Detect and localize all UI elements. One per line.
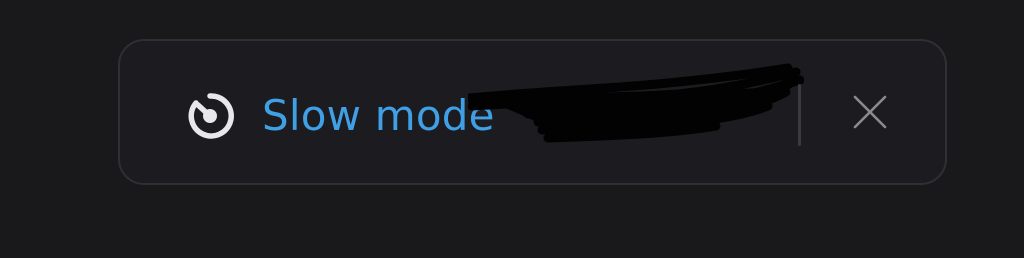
slow-mode-timer-icon [188,93,234,139]
app-stage: Slow mode [0,0,1024,258]
divider [798,84,801,146]
close-button[interactable] [846,88,894,136]
close-icon [853,95,887,129]
redaction-scribble [468,63,804,143]
slow-mode-label: Slow mode [262,91,495,140]
